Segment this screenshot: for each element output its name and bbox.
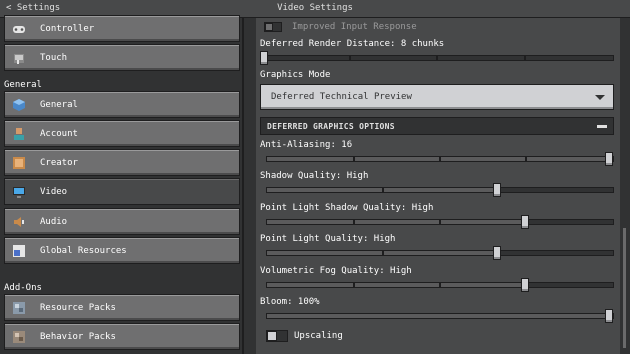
sidebar-item-general[interactable]: General <box>4 91 240 118</box>
graphics-mode-value: Deferred Technical Preview <box>271 92 412 102</box>
sidebar-item-label: Video <box>40 187 68 197</box>
slider-tick <box>353 219 355 225</box>
point-light-quality-slider[interactable] <box>266 246 614 260</box>
slider-tick <box>382 250 384 256</box>
speaker-icon <box>12 215 26 229</box>
section-heading-general: General <box>4 80 42 90</box>
bloom-slider[interactable] <box>266 309 614 323</box>
upscaling-toggle-nub <box>267 331 277 341</box>
anti-aliasing-slider[interactable] <box>266 152 614 166</box>
touch-icon <box>12 51 26 65</box>
deferred-graphics-options-header[interactable]: DEFERRED GRAPHICS OPTIONS <box>260 117 614 135</box>
collapse-icon <box>597 125 607 128</box>
sidebar-item-behavior-packs[interactable]: Behavior Packs <box>4 323 240 350</box>
sidebar-item-label: Audio <box>40 217 68 227</box>
graphics-mode-label: Graphics Mode <box>260 70 331 80</box>
volumetric-fog-label: Volumetric Fog Quality: High <box>260 266 412 276</box>
controller-icon <box>12 22 26 36</box>
slider-knob[interactable] <box>260 51 268 65</box>
slider-tick <box>353 156 355 162</box>
sidebar-item-creator[interactable]: Creator <box>4 149 240 176</box>
slider-knob[interactable] <box>521 215 529 229</box>
slider-tick <box>353 282 355 288</box>
scrollbar-thumb[interactable] <box>623 228 626 348</box>
sidebar-item-video[interactable]: Video <box>4 178 240 205</box>
slider-tick <box>439 156 441 162</box>
behavior-packs-icon <box>12 330 26 344</box>
sidebar-item-resource-packs[interactable]: Resource Packs <box>4 294 240 321</box>
slider-fill <box>267 314 611 318</box>
sidebar-item-label: Global Resources <box>40 246 127 256</box>
section-heading-add-ons: Add-Ons <box>4 283 42 293</box>
slider-tick <box>436 55 438 61</box>
chevron-down-icon <box>595 95 605 100</box>
bloom-label: Bloom: 100% <box>260 297 320 307</box>
settings-panel: Improved Input Response Deferred Render … <box>256 18 620 354</box>
cube-icon <box>12 98 26 112</box>
slider-tick <box>525 156 527 162</box>
sidebar-item-label: Behavior Packs <box>40 332 116 342</box>
point-light-quality-label: Point Light Quality: High <box>260 234 396 244</box>
sidebar-item-touch[interactable]: Touch <box>4 44 240 71</box>
point-light-shadow-label: Point Light Shadow Quality: High <box>260 203 434 213</box>
deferred-graphics-options-label: DEFERRED GRAPHICS OPTIONS <box>267 122 395 131</box>
slider-knob[interactable] <box>605 309 613 323</box>
creator-icon <box>12 156 26 170</box>
slider-fill <box>267 220 525 224</box>
slider-fill <box>267 283 525 287</box>
slider-knob[interactable] <box>605 152 613 166</box>
slider-tick <box>439 219 441 225</box>
account-icon <box>12 127 26 141</box>
sidebar-item-label: Controller <box>40 24 95 34</box>
upscaling-toggle[interactable] <box>266 330 288 342</box>
anti-aliasing-label: Anti-Aliasing: 16 <box>260 140 353 150</box>
slider-knob[interactable] <box>521 278 529 292</box>
sidebar-item-audio[interactable]: Audio <box>4 208 240 235</box>
render-distance-label: Deferred Render Distance: 8 chunks <box>260 39 445 49</box>
upscaling-label: Upscaling <box>294 331 343 341</box>
point-light-shadow-slider[interactable] <box>266 215 614 229</box>
sidebar-item-global-resources[interactable]: Global Resources <box>4 237 240 264</box>
settings-scrollbar[interactable] <box>622 18 628 354</box>
sidebar: Controller Touch General General Account… <box>0 15 244 354</box>
slider-tick <box>382 187 384 193</box>
slider-tick <box>524 55 526 61</box>
sidebar-item-account[interactable]: Account <box>4 120 240 147</box>
render-distance-slider[interactable] <box>260 51 614 65</box>
sidebar-item-label: Account <box>40 129 78 139</box>
sidebar-item-label: Creator <box>40 158 78 168</box>
sidebar-item-controller[interactable]: Controller <box>4 15 240 42</box>
sidebar-item-label: Touch <box>40 53 68 63</box>
global-resources-icon <box>12 244 26 258</box>
sidebar-item-label: General <box>40 100 78 110</box>
slider-tick <box>439 282 441 288</box>
improved-input-toggle[interactable] <box>264 22 282 32</box>
shadow-quality-slider[interactable] <box>266 183 614 197</box>
volumetric-fog-slider[interactable] <box>266 278 614 292</box>
graphics-mode-dropdown[interactable]: Deferred Technical Preview <box>260 84 614 110</box>
slider-knob[interactable] <box>493 246 501 260</box>
improved-input-row: Improved Input Response <box>260 20 614 33</box>
improved-input-label: Improved Input Response <box>292 22 417 32</box>
page-title: Video Settings <box>277 3 353 13</box>
resource-packs-icon <box>12 301 26 315</box>
sidebar-item-label: Resource Packs <box>40 303 116 313</box>
shadow-quality-label: Shadow Quality: High <box>260 171 369 181</box>
slider-tick <box>349 55 351 61</box>
monitor-icon <box>12 185 26 199</box>
slider-knob[interactable] <box>493 183 501 197</box>
